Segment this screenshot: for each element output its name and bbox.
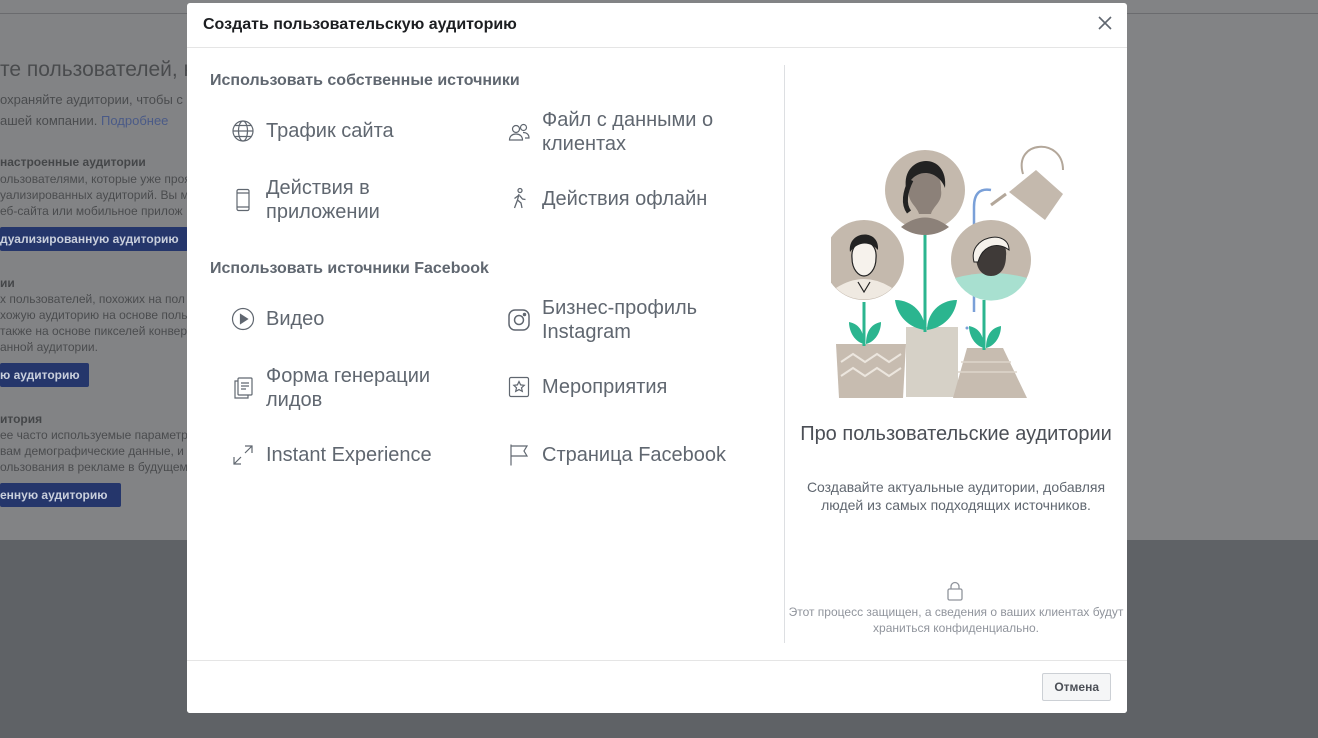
dialog-header: Создать пользовательскую аудиторию: [187, 3, 1127, 48]
background-section-text: еб-сайта или мобильное прилож: [0, 204, 183, 218]
option-label: Instant Experience: [266, 444, 432, 466]
option-app-activity[interactable]: Действия в приложении: [230, 176, 466, 224]
background-section-text: ользователями, которые уже прояв: [0, 172, 198, 186]
instagram-icon: [506, 307, 532, 333]
background-section-text: уализированных аудиторий. Вы м: [0, 188, 189, 202]
background-section-text: ользования в рекламе в будущем: [0, 460, 188, 474]
background-section-text: анной аудитории.: [0, 340, 98, 354]
option-label: Видео: [266, 308, 325, 330]
option-label: Форма генерации лидов: [266, 365, 431, 411]
own-sources-title: Использовать собственные источники: [210, 72, 520, 89]
option-video[interactable]: Видео: [230, 306, 466, 332]
close-icon: [1098, 16, 1112, 30]
background-section-text: ее часто используемые параметр: [0, 428, 188, 442]
option-facebook-page[interactable]: Страница Facebook: [506, 442, 742, 468]
globe-icon: [230, 118, 256, 144]
option-events[interactable]: Мероприятия: [506, 374, 742, 400]
option-label: Трафик сайта: [266, 120, 394, 142]
create-custom-audience-dialog: Создать пользовательскую аудиторию Испол…: [187, 3, 1127, 713]
background-section-text: х пользователей, похожих на пол: [0, 292, 185, 306]
background-intro-line: охраняйте аудитории, чтобы с: [0, 92, 183, 107]
walking-person-icon: [506, 186, 532, 212]
people-icon: [506, 119, 532, 145]
info-pane: Про пользовательские аудитории Создавайт…: [785, 48, 1127, 660]
lock-icon: [947, 581, 963, 601]
cancel-button[interactable]: Отмена: [1042, 673, 1111, 701]
privacy-note: Этот процесс защищен, а сведения о ваших…: [788, 605, 1124, 635]
option-instant-experience[interactable]: Instant Experience: [230, 442, 466, 468]
background-intro-line: ашей компании. Подробнее: [0, 113, 169, 128]
close-button[interactable]: [1095, 13, 1115, 33]
background-create-custom-audience-button: дуализированную аудиторию: [0, 227, 188, 251]
audience-plants-illustration: [831, 145, 1064, 398]
option-label: Бизнес-профиль Instagram: [542, 297, 698, 343]
background-section-title: настроенные аудитории: [0, 155, 146, 169]
option-label: Страница Facebook: [542, 444, 727, 466]
option-label: Действия офлайн: [542, 188, 708, 210]
about-description: Создавайте актуальные аудитории, добавля…: [806, 479, 1106, 513]
background-section-title: итория: [0, 412, 43, 426]
option-label: Действия в приложении: [266, 177, 380, 223]
event-star-icon: [506, 374, 532, 400]
mobile-phone-icon: [230, 187, 256, 213]
sources-pane: Использовать собственные источники Трафи…: [187, 48, 784, 660]
dialog-footer: Отмена: [187, 660, 1127, 713]
expand-arrows-icon: [230, 442, 256, 468]
background-heading: те пользователей, ко: [0, 58, 205, 81]
flag-icon: [506, 442, 532, 468]
option-label: Мероприятия: [542, 376, 668, 398]
background-section-text: хожую аудиторию на основе поль: [0, 308, 188, 322]
about-title: Про пользовательские аудитории: [800, 423, 1112, 445]
background-learn-more-link: Подробнее: [100, 113, 169, 128]
dialog-title: Создать пользовательскую аудиторию: [203, 16, 517, 33]
option-instagram-business-profile[interactable]: Бизнес-профиль Instagram: [506, 296, 742, 344]
option-website-traffic[interactable]: Трафик сайта: [230, 118, 466, 144]
option-label: Файл с данными о клиентах: [542, 109, 714, 155]
lead-form-icon: [230, 375, 256, 401]
option-offline-activity[interactable]: Действия офлайн: [506, 186, 742, 212]
play-icon: [230, 306, 256, 332]
facebook-sources-title: Использовать источники Facebook: [210, 260, 489, 277]
background-section-title: ии: [0, 276, 15, 290]
background-section-text: также на основе пикселей конвер: [0, 324, 188, 338]
option-lead-form[interactable]: Форма генерации лидов: [230, 364, 466, 412]
background-section-text: вам демографические данные, и: [0, 444, 184, 458]
option-customer-file[interactable]: Файл с данными о клиентах: [506, 108, 742, 156]
background-create-lookalike-button: ю аудиторию: [0, 363, 89, 387]
background-create-saved-audience-button: енную аудиторию: [0, 483, 122, 507]
